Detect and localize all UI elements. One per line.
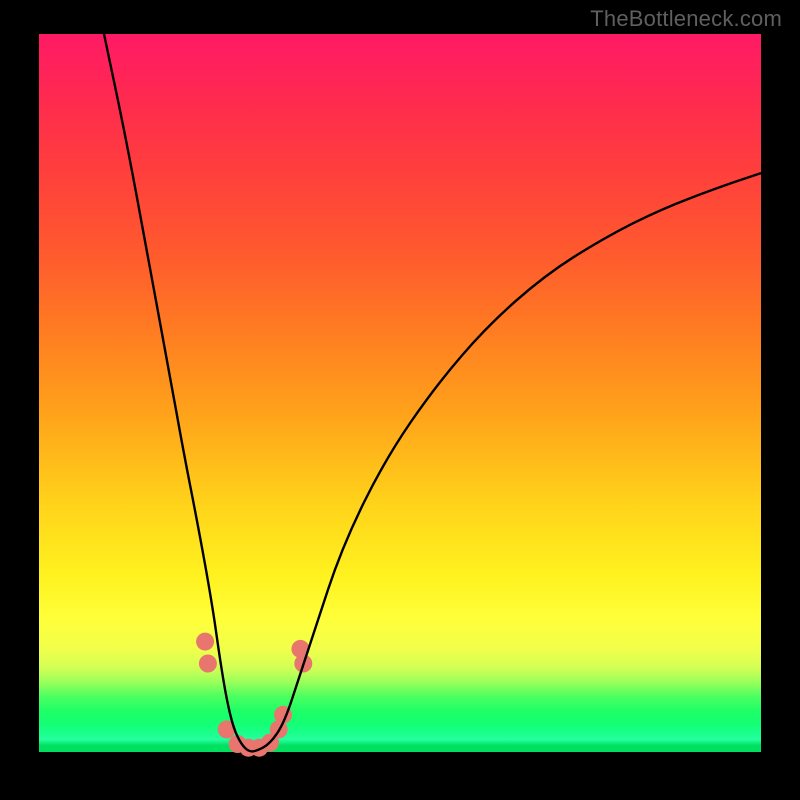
plot-area [39,34,761,766]
chart-container: TheBottleneck.com [0,0,800,800]
watermark-text: TheBottleneck.com [590,6,782,32]
curve-layer [39,34,761,766]
markers-group [196,633,312,757]
marker-dot [199,655,217,673]
marker-dot [196,633,214,651]
